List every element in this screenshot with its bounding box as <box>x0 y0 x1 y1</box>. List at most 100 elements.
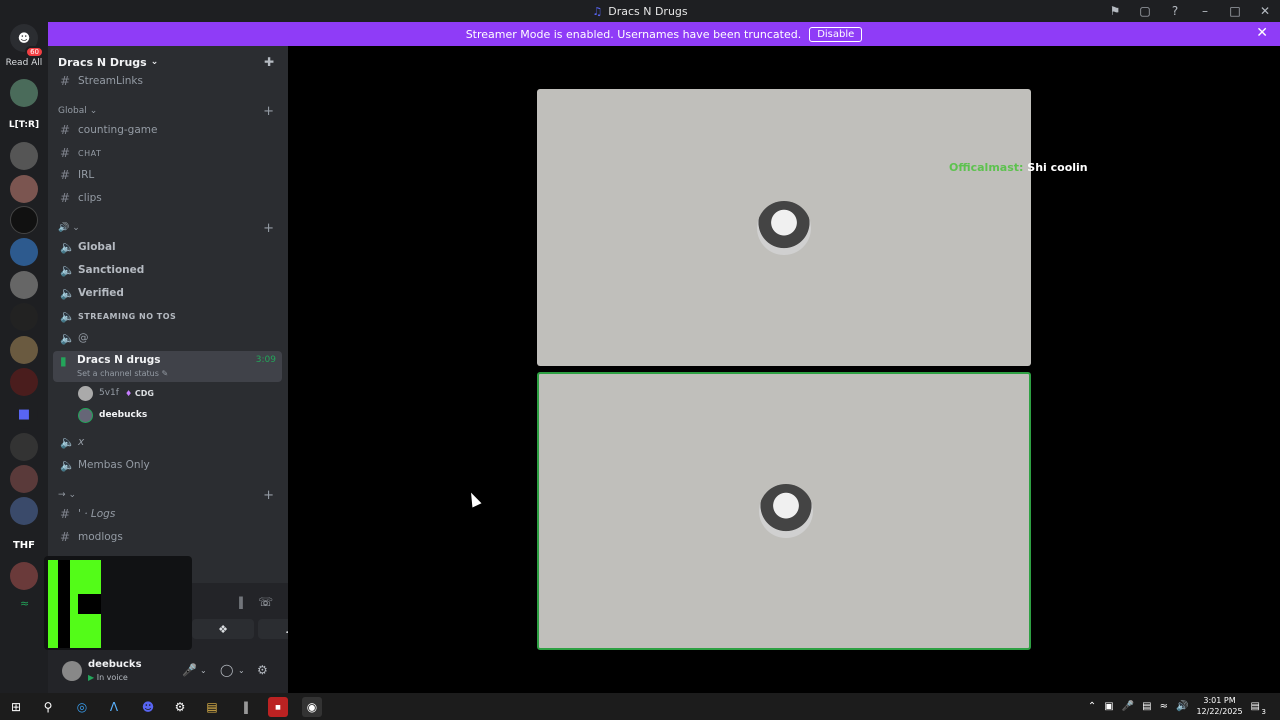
chat-overlay-line: Officalmast: Shi coolin <box>949 161 1088 174</box>
add-channel-icon[interactable]: + <box>263 488 274 503</box>
server-icon-text[interactable]: THF <box>8 540 40 551</box>
username[interactable]: deebucks <box>88 659 142 670</box>
kick-overlay <box>44 556 192 650</box>
activities-button[interactable]: ❖ <box>192 619 254 639</box>
active-voice-channel[interactable]: ▮ Dracs N drugs 3:09 Set a channel statu… <box>53 351 282 382</box>
channel-irl[interactable]: # IRL <box>54 165 282 185</box>
disable-button[interactable]: Disable <box>809 26 863 42</box>
avatar[interactable] <box>62 661 82 681</box>
category-voice[interactable]: 🔊 ⌄ + <box>58 220 278 236</box>
read-all-label[interactable]: Read All <box>6 58 43 68</box>
voice-channel-at[interactable]: 🔈 @ <box>54 328 282 348</box>
close-button[interactable]: ✕ <box>1250 0 1280 22</box>
file-explorer-icon[interactable]: ▤ <box>202 697 222 717</box>
speaker-icon: 🔈 <box>60 331 75 345</box>
app-icon[interactable]: Λ <box>104 697 124 717</box>
category-global[interactable]: Global ⌄ + <box>58 103 278 119</box>
voice-channel-streaming[interactable]: 🔈 STREAMING NO TOS <box>54 306 282 326</box>
invite-icon[interactable]: ✚ <box>264 55 274 69</box>
voice-channel-sanctioned[interactable]: 🔈 Sanctioned <box>54 260 282 280</box>
gear-icon[interactable]: ⚙ <box>257 663 268 677</box>
participant-tile-speaking[interactable] <box>537 372 1031 650</box>
server-icon[interactable] <box>10 336 38 364</box>
voice-channel-x[interactable]: 🔈 x <box>54 432 282 452</box>
app-icon[interactable]: ■ <box>268 697 288 717</box>
search-icon[interactable]: ⚲ <box>38 697 58 717</box>
inbox-flag-icon[interactable]: ⚑ <box>1100 0 1130 22</box>
discord-icon[interactable]: ☻ <box>138 697 158 717</box>
maximize-button[interactable]: □ <box>1220 0 1250 22</box>
voice-channel-name[interactable]: Dracs N drugs <box>77 354 161 366</box>
voice-user[interactable]: 5v1f ♦ CDG <box>78 384 154 402</box>
server-icon[interactable] <box>10 79 38 107</box>
audio-app-icon[interactable]: ‖ <box>236 697 256 717</box>
read-all[interactable]: ☻ 60 Read All <box>0 24 48 68</box>
server-icon[interactable] <box>10 497 38 525</box>
chevron-down-icon[interactable]: ⌄ <box>200 666 207 675</box>
inbox-icon[interactable]: ▢ <box>1130 0 1160 22</box>
notification-icon[interactable]: ▤ 3 <box>1251 701 1266 716</box>
channel-status-placeholder[interactable]: Set a channel status ✎ <box>77 369 168 378</box>
headphones-icon[interactable]: ◯ <box>220 663 233 677</box>
avatar <box>78 385 93 401</box>
tag-icon: ♦ <box>124 388 133 398</box>
server-icon[interactable] <box>10 206 38 234</box>
user-status: ▶ In voice <box>88 673 128 682</box>
server-name[interactable]: Dracs N Drugs <box>58 56 147 69</box>
server-icon-text[interactable]: L[T:R] <box>8 120 40 130</box>
channel-logs[interactable]: # ' · Logs <box>54 504 282 524</box>
windows-start-icon[interactable]: ⊞ <box>6 697 26 717</box>
disconnect-icon[interactable]: ☏ <box>258 595 273 609</box>
discord-home-icon[interactable]: ☻ 60 <box>10 24 44 58</box>
steam-icon[interactable]: ⚙ <box>170 697 190 717</box>
server-icon[interactable] <box>10 465 38 493</box>
server-icon[interactable] <box>10 175 38 203</box>
network-icon[interactable]: ▤ <box>1142 701 1151 712</box>
channel-streamlinks[interactable]: # StreamLinks <box>54 71 282 91</box>
speaker-icon: 🔈 <box>60 309 76 323</box>
server-icon[interactable] <box>10 303 38 331</box>
help-icon[interactable]: ? <box>1160 0 1190 22</box>
voice-channel-membas-only[interactable]: 🔈 Membas Only <box>54 455 282 475</box>
discord-icon: ♫ <box>592 4 603 18</box>
speaker-icon: 🔈 <box>60 286 75 300</box>
server-icon[interactable] <box>10 368 38 396</box>
clock[interactable]: 3:01 PM 12/22/2025 <box>1196 695 1242 717</box>
obs-icon[interactable]: ◉ <box>302 697 322 717</box>
channel-counting-game[interactable]: # counting-game <box>54 120 282 140</box>
channel-clips[interactable]: # clips <box>54 188 282 208</box>
avatar <box>78 407 93 423</box>
edge-icon[interactable]: ◎ <box>72 697 92 717</box>
minimize-button[interactable]: – <box>1190 0 1220 22</box>
server-icon[interactable] <box>10 433 38 461</box>
chevron-down-icon[interactable]: ⌄ <box>238 666 245 675</box>
server-icon[interactable] <box>10 142 38 170</box>
add-channel-icon[interactable]: + <box>263 104 274 119</box>
microphone-icon[interactable]: 🎤 <box>1122 701 1134 712</box>
noise-suppression-icon[interactable]: ‖ <box>238 595 244 609</box>
volume-icon[interactable]: 🔊 <box>1176 701 1188 712</box>
chat-username: Officalmast: <box>949 161 1024 174</box>
category-logs[interactable]: → ⌄ + <box>58 487 278 503</box>
speaker-icon: 🔈 <box>60 263 75 277</box>
hashtag-icon: # <box>60 191 71 205</box>
battery-icon[interactable]: ▣ <box>1104 701 1113 712</box>
voice-status-icon: ▶ <box>88 673 95 682</box>
voice-user[interactable]: deebucks <box>78 406 147 424</box>
channel-chat[interactable]: # CHAT <box>54 143 282 163</box>
wifi-icon[interactable]: ≈ <box>1160 701 1168 712</box>
voice-channel-global[interactable]: 🔈 Global <box>54 237 282 257</box>
microphone-icon[interactable]: 🎤 <box>182 663 197 677</box>
server-icon[interactable] <box>10 271 38 299</box>
participant-tile[interactable] <box>537 89 1031 366</box>
window-title: ♫ Dracs N Drugs <box>592 4 688 18</box>
voice-channel-verified[interactable]: 🔈 Verified <box>54 283 282 303</box>
channel-modlogs[interactable]: # modlogs <box>54 527 282 547</box>
server-icon[interactable] <box>10 562 38 590</box>
chevron-up-icon[interactable]: ⌃ <box>1088 701 1096 712</box>
title-controls: ⚑ ▢ ? – □ ✕ <box>1100 0 1280 22</box>
close-icon[interactable]: ✕ <box>1256 25 1268 41</box>
server-icon[interactable] <box>10 238 38 266</box>
add-channel-icon[interactable]: + <box>263 221 274 236</box>
folder-icon[interactable]: ■ <box>10 401 38 429</box>
